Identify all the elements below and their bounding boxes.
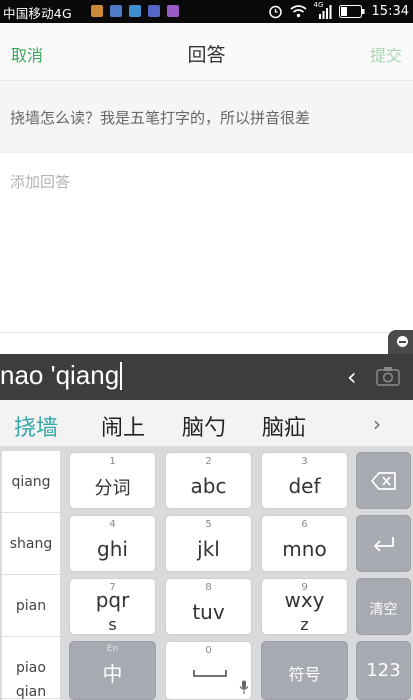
microphone-icon[interactable] — [239, 680, 249, 695]
symbol-key[interactable]: 符号 — [261, 641, 348, 700]
t9-keyboard: qiang shang pian piao qian 1 分词 2 abc 3 … — [0, 447, 413, 700]
pinyin-option[interactable]: shang — [2, 513, 60, 575]
candidate-item[interactable]: 脑勺 — [182, 410, 226, 442]
page-title: 回答 — [187, 44, 226, 66]
pinyin-option[interactable]: pian — [2, 575, 60, 637]
key-7-pqrs[interactable]: 7 pqr s — [69, 578, 156, 635]
space-icon — [193, 670, 227, 677]
key-8-tuv[interactable]: 8 tuv — [165, 578, 252, 635]
key-5-jkl[interactable]: 5 jkl — [165, 515, 252, 572]
backspace-key[interactable] — [356, 452, 411, 509]
clear-key[interactable]: 清空 — [356, 578, 411, 635]
candidate-bar: 挠墙 闹上 脑勺 脑疝 › — [0, 400, 413, 447]
key-label: 分词 — [94, 478, 131, 499]
pinyin-option[interactable]: qiang — [2, 451, 60, 513]
key-number: 6 — [301, 519, 308, 530]
key-label: def — [288, 474, 321, 498]
key-number: 0 — [205, 645, 212, 656]
key-number: 2 — [205, 456, 212, 467]
ime-composing-bar: nao 'qiang ‹ — [0, 354, 413, 400]
key-number: 8 — [205, 582, 212, 593]
candidate-item[interactable]: 闹上 — [101, 410, 145, 442]
carrier-label: 中国移动4G — [3, 6, 72, 21]
clock: 15:34 — [371, 4, 409, 19]
app-notification-icon — [129, 5, 141, 17]
status-bar: 中国移动4G 4G 15:34 — [0, 0, 413, 23]
pinyin-list: qiang shang pian piao qian — [2, 451, 60, 700]
submit-button[interactable]: 提交 — [370, 42, 402, 66]
battery-icon — [338, 5, 365, 18]
keyboard-collapse-tab[interactable] — [388, 330, 413, 354]
top-nav-bar: 取消 回答 提交 — [0, 23, 413, 81]
divider — [0, 332, 413, 333]
space-key[interactable]: 0 — [165, 641, 252, 700]
minus-icon — [397, 336, 408, 347]
key-label: 123 — [366, 660, 401, 681]
question-banner: 挠墙怎么读？我是五笔打字的，所以拼音很差 — [0, 81, 413, 152]
key-sublabel: s — [108, 615, 117, 634]
key-label: abc — [190, 474, 227, 498]
key-3-def[interactable]: 3 def — [261, 452, 348, 509]
candidate-item[interactable]: 脑疝 — [262, 410, 306, 442]
app-notification-icon — [91, 5, 103, 17]
answer-placeholder: 添加回答 — [10, 173, 71, 191]
alarm-icon — [268, 5, 282, 19]
backspace-icon — [370, 471, 396, 490]
chevron-right-icon[interactable]: › — [373, 412, 381, 436]
question-text: 挠墙怎么读？我是五笔打字的，所以拼音很差 — [10, 109, 311, 127]
camera-icon[interactable] — [376, 366, 400, 386]
key-hint: En — [106, 644, 119, 654]
text-caret — [120, 362, 123, 390]
key-label: tuv — [192, 600, 225, 624]
candidate-item[interactable]: 挠墙 — [14, 410, 58, 442]
key-6-mno[interactable]: 6 mno — [261, 515, 348, 572]
app-notification-icon — [167, 5, 179, 17]
answer-input[interactable]: 添加回答 — [0, 152, 413, 333]
key-2-abc[interactable]: 2 abc — [165, 452, 252, 509]
enter-icon — [373, 536, 394, 552]
key-label: pqr — [95, 588, 130, 612]
signal-icon: 4G — [314, 1, 332, 19]
pinyin-option[interactable]: qian — [2, 675, 60, 700]
composing-pinyin: nao 'qiang — [0, 360, 120, 390]
key-label: 清空 — [369, 602, 398, 618]
key-number: 1 — [109, 456, 116, 467]
key-9-wxyz[interactable]: 9 wxy z — [261, 578, 348, 635]
key-label: mno — [282, 537, 327, 561]
key-4-ghi[interactable]: 4 ghi — [69, 515, 156, 572]
key-label: jkl — [197, 537, 220, 561]
key-number: 4 — [109, 519, 116, 530]
key-label: wxy — [284, 588, 325, 612]
composing-text[interactable]: nao 'qiang — [0, 360, 123, 391]
language-switch-key[interactable]: En 中 — [69, 641, 156, 700]
key-number: 5 — [205, 519, 212, 530]
key-label: ghi — [97, 537, 128, 561]
key-number: 3 — [301, 456, 308, 467]
enter-key[interactable] — [356, 515, 411, 572]
app-notification-icon — [110, 5, 122, 17]
key-1-segment[interactable]: 1 分词 — [69, 452, 156, 509]
key-label: 符号 — [288, 665, 321, 684]
app-notification-icon — [148, 5, 160, 17]
wifi-icon — [290, 5, 307, 18]
key-sublabel: z — [300, 615, 309, 634]
chevron-left-icon[interactable]: ‹ — [347, 363, 357, 391]
key-label: 中 — [102, 662, 123, 686]
number-mode-key[interactable]: 123 — [356, 641, 411, 700]
